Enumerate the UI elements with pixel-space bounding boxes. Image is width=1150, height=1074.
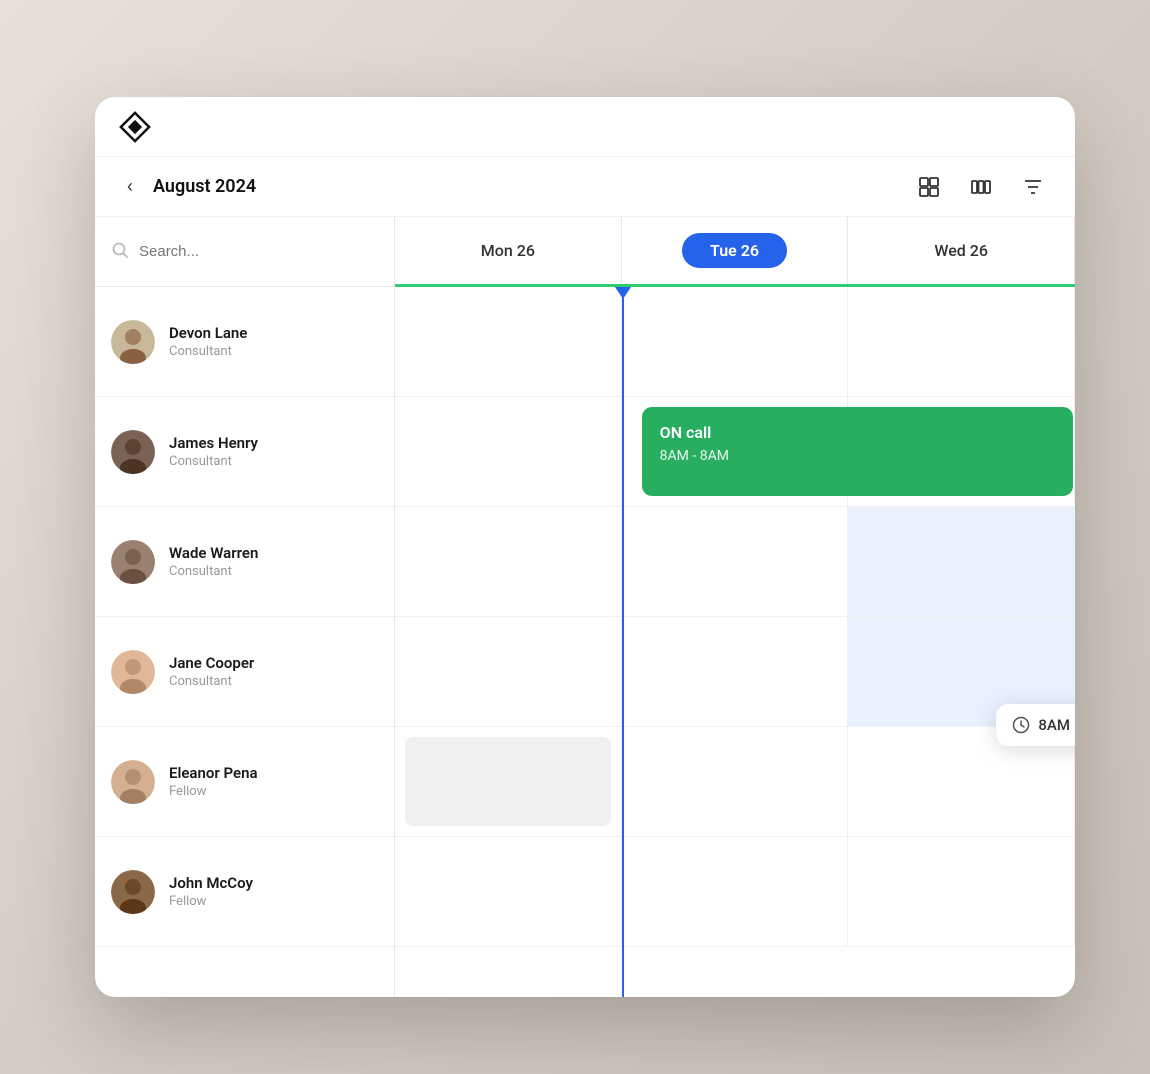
cal-cell	[848, 287, 1075, 396]
cal-cell-event: ON call 8AM - 8AM	[622, 397, 849, 506]
clock-icon	[1012, 716, 1030, 734]
day-label-tue: Tue 26	[682, 233, 787, 268]
list-item: Jane Cooper Consultant	[95, 617, 394, 727]
current-time-line	[622, 287, 624, 997]
day-col-mon: Mon 26	[395, 217, 622, 284]
main-content: Devon Lane Consultant James Henry Cons	[95, 217, 1075, 997]
person-info: Devon Lane Consultant	[169, 324, 247, 359]
cal-cell	[395, 397, 622, 506]
calendar-row	[395, 727, 1075, 837]
day-label-wed: Wed 26	[934, 241, 988, 260]
person-name: Jane Cooper	[169, 654, 254, 672]
person-name: John McCoy	[169, 874, 253, 892]
person-name: Eleanor Pena	[169, 764, 258, 782]
grid-icon	[918, 176, 940, 198]
blue-shade-cell	[848, 507, 1074, 616]
cal-cell	[622, 617, 849, 726]
cal-cell	[395, 617, 622, 726]
cal-cell-gray	[395, 727, 622, 836]
day-label-mon: Mon 26	[481, 241, 535, 260]
time-indicator	[615, 287, 631, 299]
time-tooltip: 8AM → 12	[996, 704, 1075, 746]
cal-cell-blue	[848, 507, 1075, 616]
month-title: August 2024	[153, 176, 256, 197]
person-info: James Henry Consultant	[169, 434, 258, 469]
person-name: Wade Warren	[169, 544, 258, 562]
cal-cell	[848, 837, 1075, 946]
grid-view-button[interactable]	[911, 169, 947, 205]
avatar	[111, 650, 155, 694]
list-item: James Henry Consultant	[95, 397, 394, 507]
calendar-rows: ON call 8AM - 8AM	[395, 287, 1075, 997]
app-window: ‹ August 2024	[95, 97, 1075, 997]
person-role: Consultant	[169, 454, 258, 469]
back-button[interactable]: ‹	[119, 172, 141, 201]
top-bar	[95, 97, 1075, 157]
list-item: Eleanor Pena Fellow	[95, 727, 394, 837]
person-name: James Henry	[169, 434, 258, 452]
people-panel: Devon Lane Consultant James Henry Cons	[95, 217, 395, 997]
event-time: 8AM - 8AM	[660, 448, 1055, 464]
list-item: Wade Warren Consultant	[95, 507, 394, 617]
cal-cell-blue: 8AM → 12	[848, 617, 1075, 726]
person-role: Consultant	[169, 344, 247, 359]
search-area	[95, 217, 394, 287]
calendar-row: 8AM → 12	[395, 617, 1075, 727]
people-list: Devon Lane Consultant James Henry Cons	[95, 287, 394, 997]
cal-cell	[395, 837, 622, 946]
list-item: John McCoy Fellow	[95, 837, 394, 947]
person-info: Wade Warren Consultant	[169, 544, 258, 579]
cal-cell	[395, 287, 622, 396]
person-info: Jane Cooper Consultant	[169, 654, 254, 689]
avatar	[111, 320, 155, 364]
avatar	[111, 540, 155, 584]
person-name: Devon Lane	[169, 324, 247, 342]
filter-icon	[1022, 176, 1044, 198]
cal-cell	[622, 727, 849, 836]
avatar	[111, 430, 155, 474]
person-info: John McCoy Fellow	[169, 874, 253, 909]
event-title: ON call	[660, 423, 1055, 442]
logo-icon	[119, 111, 151, 143]
calendar-row	[395, 507, 1075, 617]
day-col-wed: Wed 26	[848, 217, 1075, 284]
avatar	[111, 760, 155, 804]
calendar-row	[395, 837, 1075, 947]
calendar-row: ON call 8AM - 8AM	[395, 397, 1075, 507]
cal-cell	[622, 837, 849, 946]
search-icon	[111, 241, 129, 263]
list-item: Devon Lane Consultant	[95, 287, 394, 397]
header: ‹ August 2024	[95, 157, 1075, 217]
columns-view-button[interactable]	[963, 169, 999, 205]
filter-button[interactable]	[1015, 169, 1051, 205]
cal-cell	[622, 287, 849, 396]
day-headers: Mon 26 Tue 26 Wed 26	[395, 217, 1075, 287]
calendar-row	[395, 287, 1075, 397]
person-role: Consultant	[169, 674, 254, 689]
person-role: Fellow	[169, 894, 253, 909]
tooltip-time-start: 8AM	[1038, 716, 1070, 734]
person-info: Eleanor Pena Fellow	[169, 764, 258, 799]
day-col-tue: Tue 26	[622, 217, 849, 284]
columns-icon	[970, 176, 992, 198]
calendar-grid: Mon 26 Tue 26 Wed 26	[395, 217, 1075, 997]
cal-cell	[395, 507, 622, 616]
gray-shade-block	[405, 737, 611, 826]
person-role: Fellow	[169, 784, 258, 799]
cal-cell	[622, 507, 849, 616]
header-right	[911, 169, 1051, 205]
avatar	[111, 870, 155, 914]
search-input[interactable]	[139, 243, 378, 260]
person-role: Consultant	[169, 564, 258, 579]
event-block[interactable]: ON call 8AM - 8AM	[642, 407, 1073, 496]
calendar-container: Devon Lane Consultant James Henry Cons	[95, 217, 1075, 997]
header-left: ‹ August 2024	[119, 172, 256, 201]
